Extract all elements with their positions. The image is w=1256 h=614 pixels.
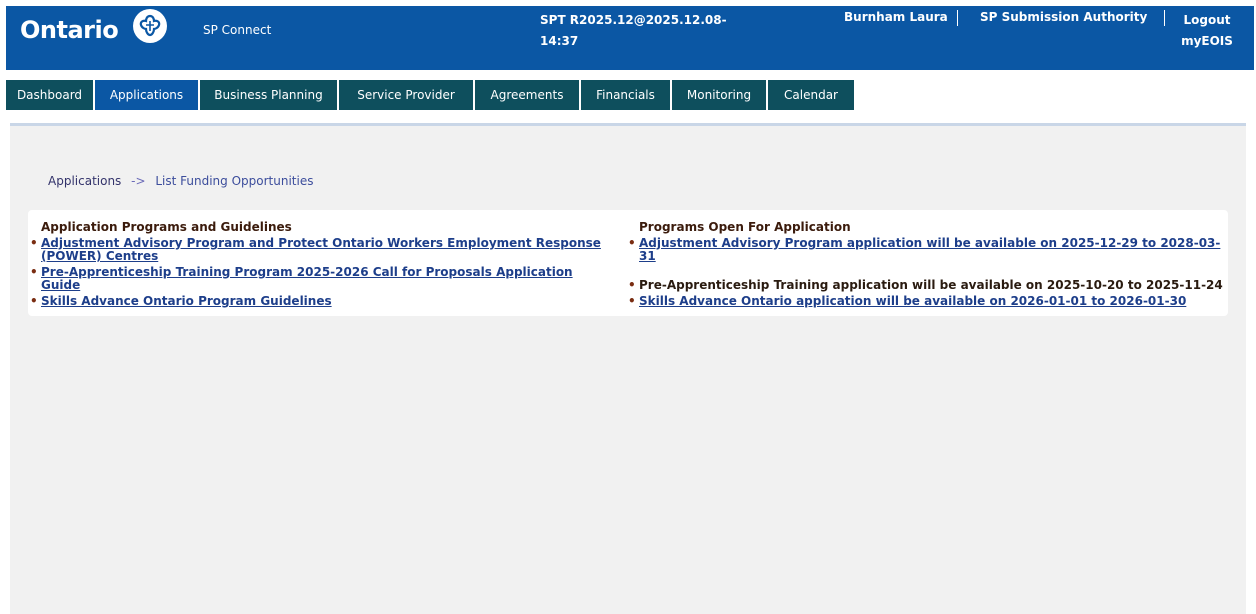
version-line-1: SPT R2025.12@2025.12.08- bbox=[540, 13, 727, 27]
top-header: Ontario SP Connect SPT R2025.12@2025.12.… bbox=[6, 6, 1254, 70]
app-name: SP Connect bbox=[203, 23, 272, 37]
guideline-link[interactable]: Skills Advance Ontario Program Guideline… bbox=[41, 294, 332, 308]
list-item: Adjustment Advisory Program application … bbox=[628, 237, 1228, 263]
guidelines-title: Application Programs and Guidelines bbox=[41, 220, 292, 234]
header-divider bbox=[957, 10, 958, 26]
breadcrumb-applications[interactable]: Applications bbox=[48, 174, 121, 188]
list-item: Skills Advance Ontario Program Guideline… bbox=[30, 294, 610, 309]
logout-link[interactable]: Logout bbox=[1180, 10, 1234, 31]
guidelines-column: Application Programs and Guidelines Adju… bbox=[30, 220, 610, 311]
tab-agreements[interactable]: Agreements bbox=[475, 80, 581, 110]
list-item: Skills Advance Ontario application will … bbox=[628, 294, 1228, 309]
breadcrumb-arrow: -> bbox=[131, 174, 146, 188]
breadcrumb: Applications -> List Funding Opportuniti… bbox=[48, 174, 313, 188]
tab-monitoring[interactable]: Monitoring bbox=[672, 80, 768, 110]
open-programs-list: Adjustment Advisory Program application … bbox=[628, 237, 1228, 309]
open-programs-column: Programs Open For Application Adjustment… bbox=[628, 220, 1228, 311]
myeois-link[interactable]: myEOIS bbox=[1180, 31, 1234, 52]
main-nav: Dashboard Applications Business Planning… bbox=[6, 80, 854, 110]
breadcrumb-current: List Funding Opportunities bbox=[155, 174, 314, 188]
ontario-trillium-icon bbox=[133, 9, 167, 43]
logout-block: Logout myEOIS bbox=[1180, 10, 1234, 52]
list-item: Adjustment Advisory Program and Protect … bbox=[30, 237, 610, 263]
ontario-logo-text: Ontario bbox=[20, 16, 119, 44]
programs-panel: Application Programs and Guidelines Adju… bbox=[28, 210, 1228, 316]
user-name[interactable]: Burnham Laura bbox=[844, 10, 948, 24]
guidelines-list: Adjustment Advisory Program and Protect … bbox=[30, 237, 610, 309]
tab-financials[interactable]: Financials bbox=[581, 80, 672, 110]
guideline-link[interactable]: Pre-Apprenticeship Training Program 2025… bbox=[41, 265, 573, 292]
version-line-2: 14:37 bbox=[540, 34, 579, 48]
tab-dashboard[interactable]: Dashboard bbox=[6, 80, 95, 110]
tab-applications[interactable]: Applications bbox=[95, 80, 200, 110]
user-role[interactable]: SP Submission Authority bbox=[980, 10, 1147, 24]
open-programs-title: Programs Open For Application bbox=[639, 220, 851, 234]
list-item: Pre-Apprenticeship Training Program 2025… bbox=[30, 266, 610, 292]
tab-service-provider[interactable]: Service Provider bbox=[339, 80, 475, 110]
tab-business-planning[interactable]: Business Planning bbox=[200, 80, 339, 110]
guideline-link[interactable]: Adjustment Advisory Program and Protect … bbox=[41, 236, 601, 263]
header-divider bbox=[1164, 10, 1165, 26]
program-application-link[interactable]: Adjustment Advisory Program application … bbox=[639, 236, 1220, 263]
list-item: Pre-Apprenticeship Training application … bbox=[628, 278, 1228, 293]
main-content: Applications -> List Funding Opportuniti… bbox=[10, 123, 1246, 614]
version-label: SPT R2025.12@2025.12.08- 14:37 bbox=[540, 10, 740, 52]
program-application-link[interactable]: Skills Advance Ontario application will … bbox=[639, 294, 1186, 308]
program-availability-text: Pre-Apprenticeship Training application … bbox=[639, 278, 1223, 292]
tab-calendar[interactable]: Calendar bbox=[768, 80, 854, 110]
